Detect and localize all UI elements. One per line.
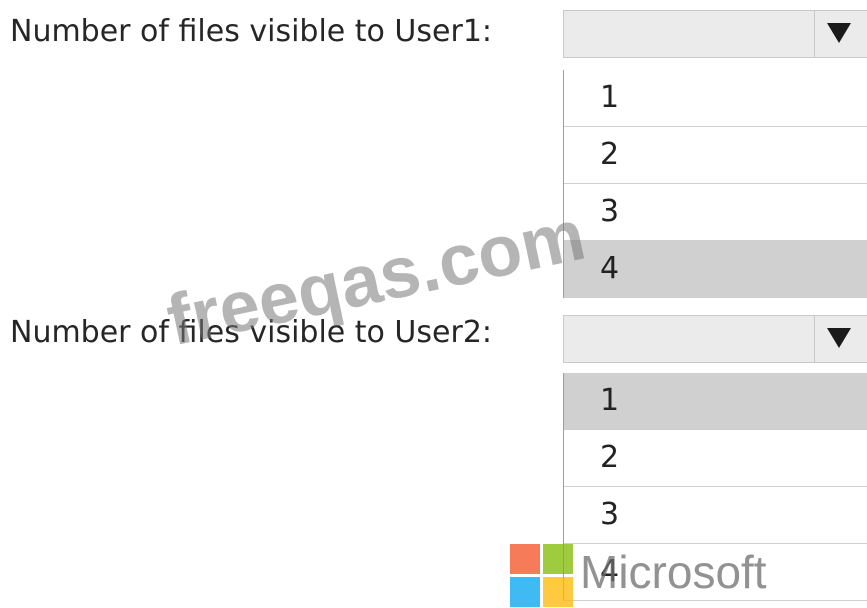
dropdown-user2-option-2[interactable]: 2 [564,430,867,487]
dropdown-user1-options: 1 2 3 4 [563,70,867,298]
dropdown-user1-option-4[interactable]: 4 [564,241,867,298]
dropdown-user1-option-2[interactable]: 2 [564,127,867,184]
chevron-down-icon [827,328,851,348]
logo-square-blue [510,577,540,607]
microsoft-wordmark: Microsoft [580,546,767,598]
microsoft-logo-icon [510,544,574,608]
dropdown-user2[interactable] [563,315,867,363]
question-label-user1: Number of files visible to User1: [10,14,493,49]
dropdown-user2-option-3[interactable]: 3 [564,487,867,544]
logo-square-green [543,544,573,574]
dropdown-user1[interactable] [563,10,867,58]
chevron-down-icon [827,23,851,43]
dropdown-user1-option-3[interactable]: 3 [564,184,867,241]
question-label-user2: Number of files visible to User2: [10,315,493,350]
dropdown-user2-option-1[interactable]: 1 [564,373,867,430]
dropdown-user1-option-1[interactable]: 1 [564,70,867,127]
dropdown-user2-toggle[interactable] [814,316,863,362]
dropdown-user1-toggle[interactable] [814,11,863,57]
logo-square-yellow [543,577,573,607]
question-user1: Number of files visible to User1: 1 2 3 … [0,0,867,300]
logo-square-red [510,544,540,574]
